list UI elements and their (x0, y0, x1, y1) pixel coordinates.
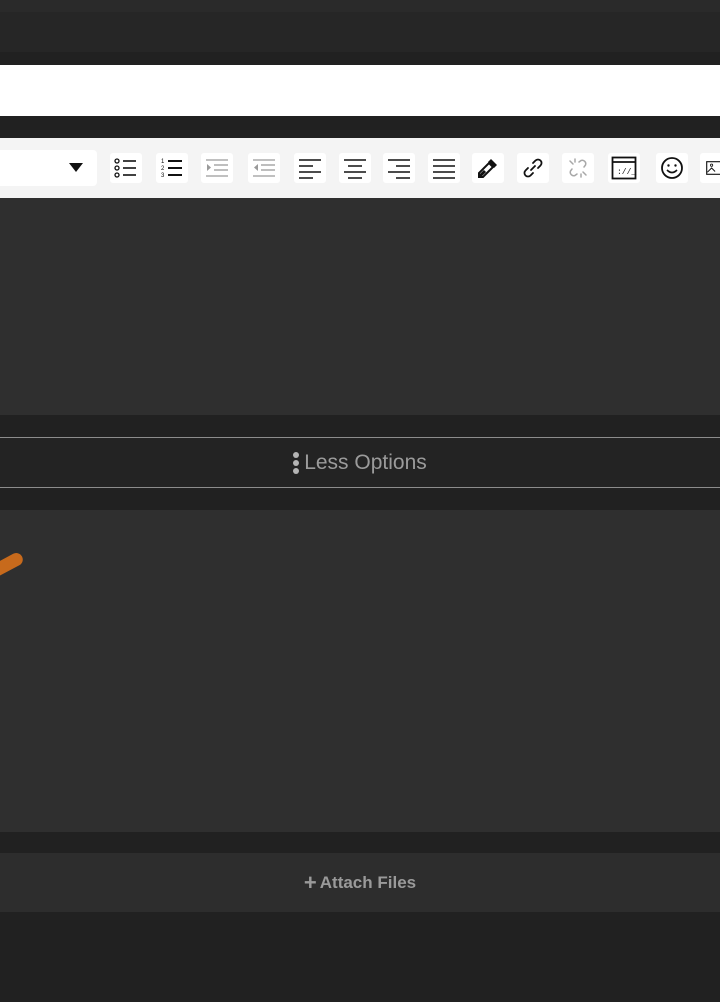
align-right-button[interactable] (383, 153, 415, 183)
emoji-icon (661, 157, 683, 179)
subject-input[interactable] (0, 65, 720, 116)
outdent-button[interactable] (248, 153, 280, 183)
image-icon (706, 161, 720, 175)
align-center-button[interactable] (339, 153, 371, 183)
svg-text:2: 2 (161, 166, 165, 172)
color-picker-icon (478, 159, 497, 178)
emoji-button[interactable] (656, 153, 688, 183)
plus-icon: + (303, 869, 317, 895)
align-justify-icon (433, 159, 455, 179)
bulleted-list-button[interactable] (110, 153, 142, 183)
message-editor[interactable] (0, 198, 720, 415)
vertical-dots-icon (293, 451, 300, 474)
indent-button[interactable] (201, 153, 233, 183)
align-right-icon (388, 159, 410, 179)
align-left-icon (299, 159, 321, 179)
brush-stroke (0, 550, 26, 587)
code-block-button[interactable]: ://_ (608, 153, 640, 183)
code-block-icon: ://_ (611, 156, 636, 180)
svg-text:3: 3 (161, 173, 165, 179)
bulleted-list-icon (114, 158, 136, 178)
top-strip (0, 0, 720, 12)
insert-link-button[interactable] (517, 153, 549, 183)
align-center-icon (344, 159, 366, 179)
align-left-button[interactable] (294, 153, 326, 183)
chevron-down-icon (69, 163, 83, 172)
align-justify-button[interactable] (428, 153, 460, 183)
remove-link-button[interactable] (562, 153, 594, 183)
numbered-list-icon: 1 2 3 (161, 159, 182, 179)
drawing-canvas[interactable] (0, 510, 720, 832)
svg-text:1: 1 (161, 159, 165, 165)
less-options-toggle[interactable]: Less Options (0, 437, 720, 488)
link-icon (523, 158, 543, 178)
indent-icon (206, 159, 228, 177)
header-bar (0, 12, 720, 52)
attach-files-label: Attach Files (319, 872, 417, 892)
insert-image-button[interactable] (700, 153, 720, 183)
attach-files-button[interactable]: + Attach Files (0, 853, 720, 912)
svg-text:://_: ://_ (617, 168, 636, 177)
outdent-icon (253, 159, 275, 177)
text-color-button[interactable] (472, 153, 504, 183)
less-options-label: Less Options (304, 450, 427, 474)
font-select[interactable] (0, 150, 97, 186)
numbered-list-button[interactable]: 1 2 3 (156, 153, 188, 183)
unlink-icon (569, 158, 587, 178)
